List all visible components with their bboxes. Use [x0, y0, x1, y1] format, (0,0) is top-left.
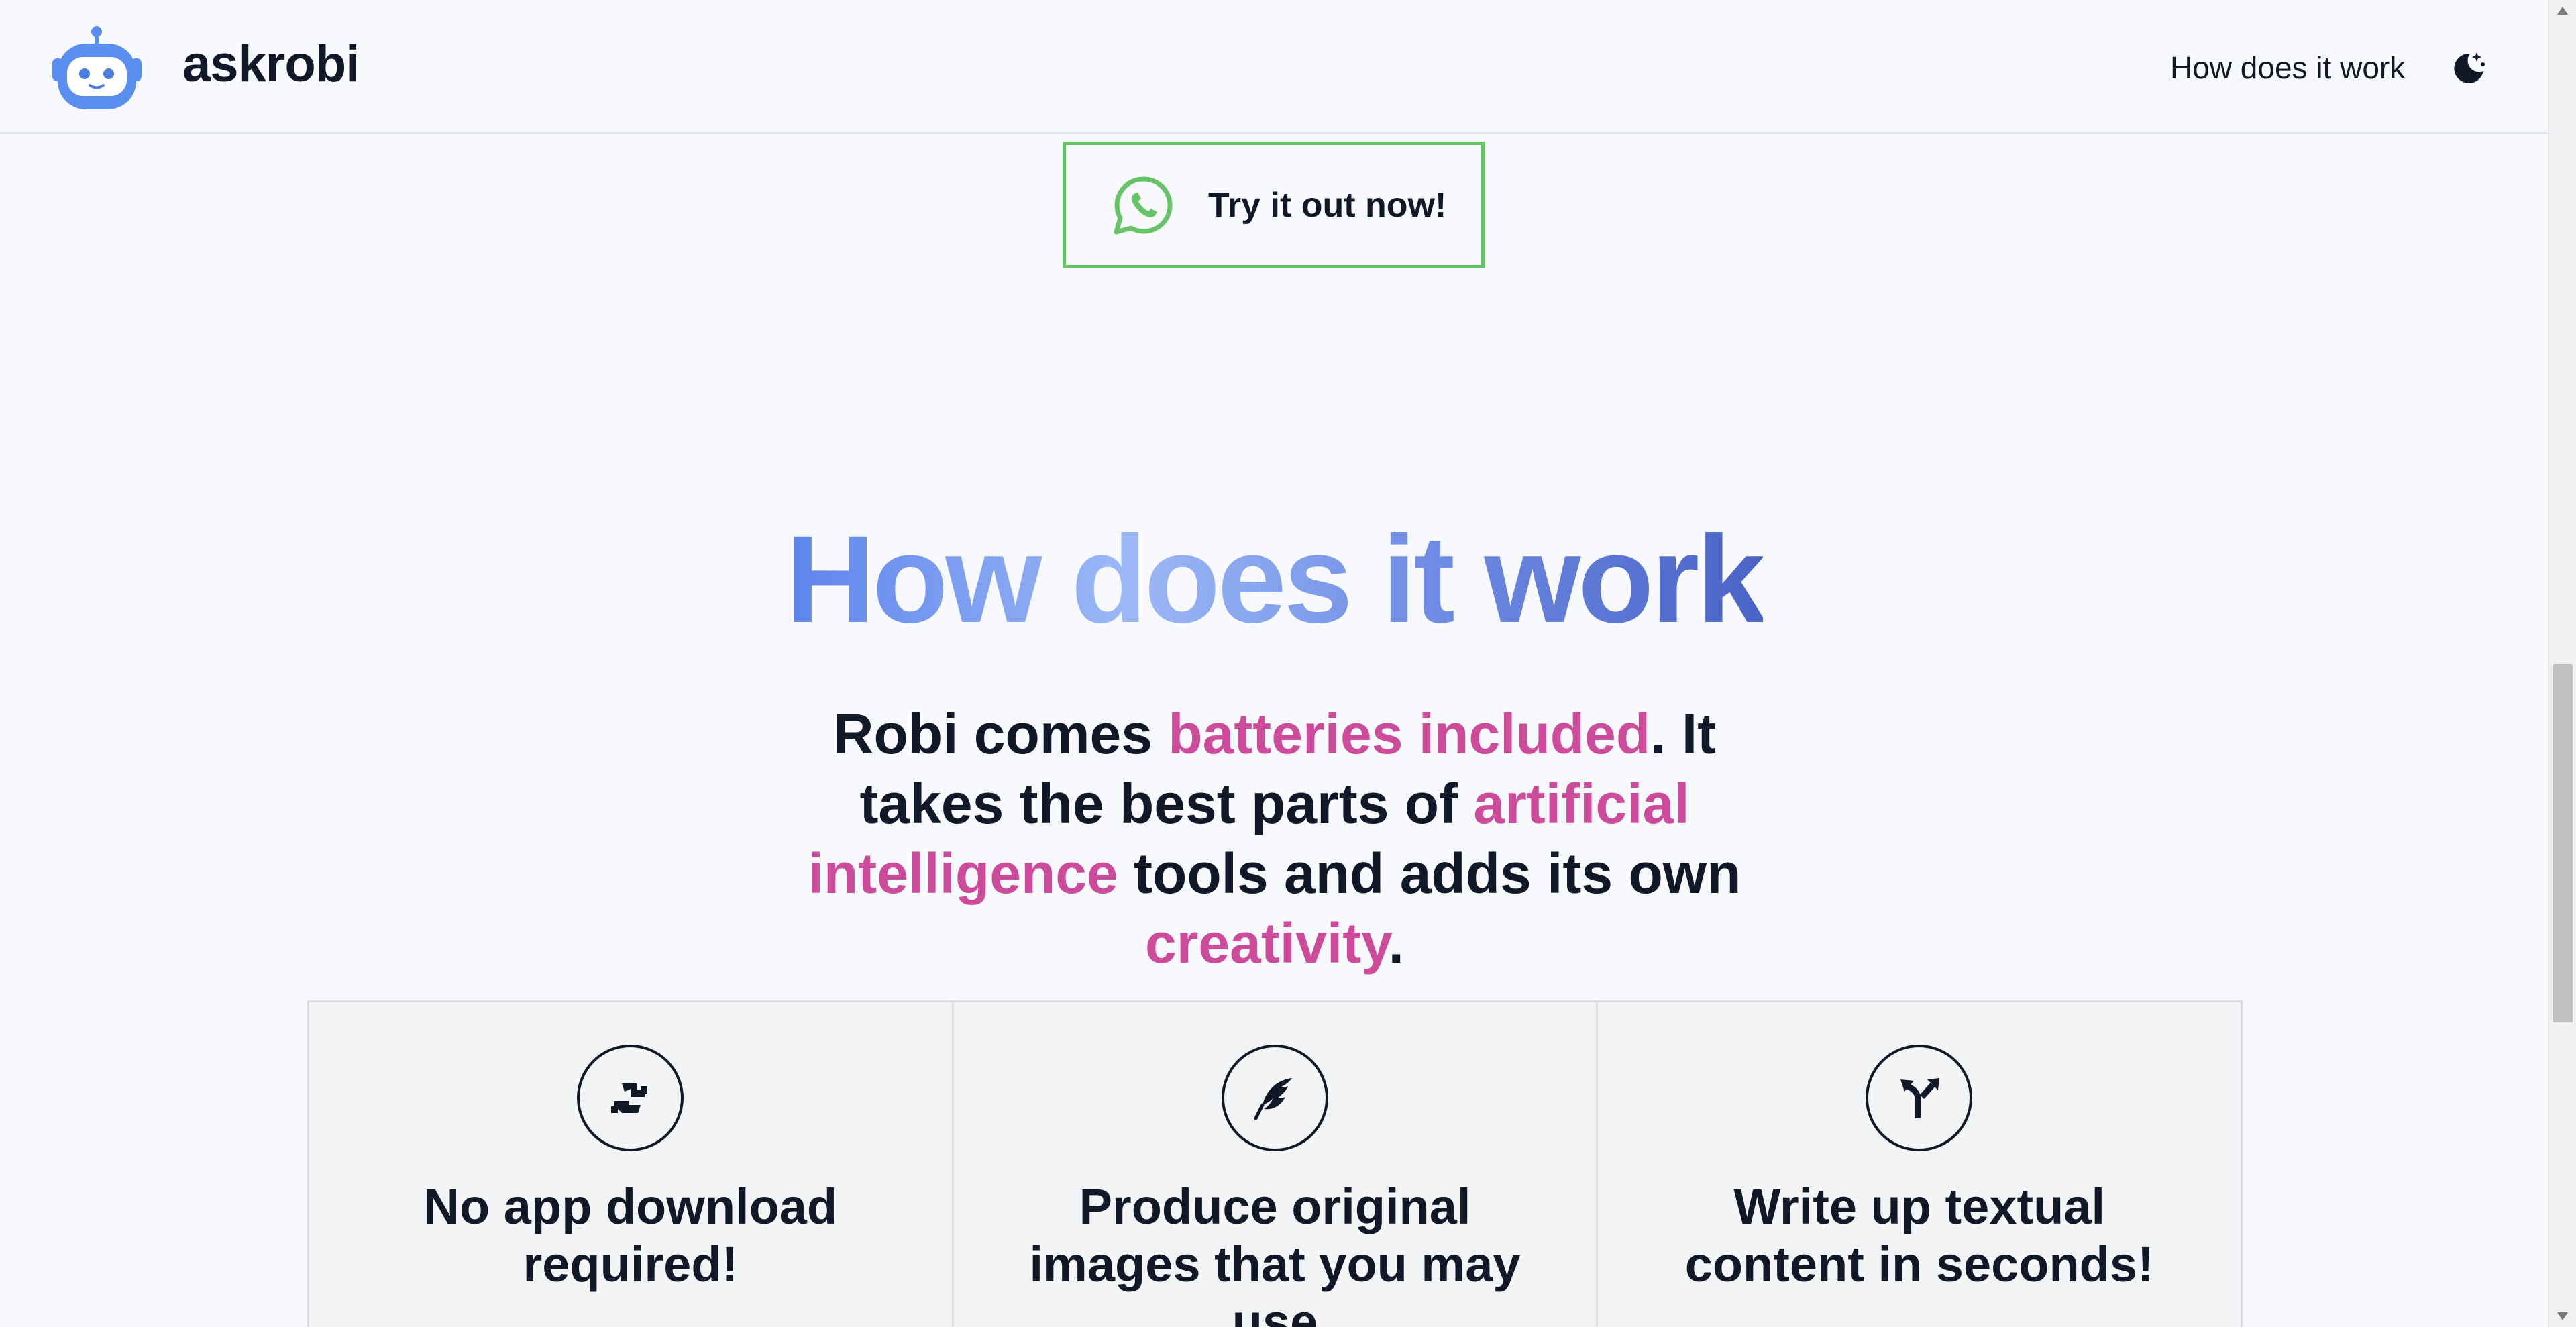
feature-title: Produce original images that you may use — [1029, 1179, 1521, 1327]
whatsapp-icon — [1114, 176, 1173, 234]
scroll-down-arrow-icon[interactable] — [2557, 1312, 2568, 1320]
intro-highlight-3: creativity — [1144, 912, 1389, 975]
feature-title: No app download required! — [423, 1179, 838, 1292]
feature-card: Write up textual content in seconds! — [1596, 1000, 2243, 1327]
nav-link-how-it-works[interactable]: How does it work — [2170, 50, 2405, 86]
intro-text-4: . — [1388, 912, 1404, 975]
handshake-icon — [576, 1045, 684, 1151]
page: askrobi How does it work Try it out now!… — [0, 0, 2576, 1327]
intro-text-3: tools and adds its own — [1118, 842, 1741, 905]
section-title-text: How does it work — [785, 510, 1766, 649]
vertical-scrollbar[interactable] — [2548, 0, 2576, 1327]
section-title: How does it work — [0, 513, 2548, 647]
intro-paragraph: Robi comes batteries included. It takes … — [778, 699, 1771, 978]
brand-name[interactable]: askrobi — [182, 35, 360, 93]
scroll-up-arrow-icon[interactable] — [2557, 7, 2568, 15]
robot-icon[interactable] — [48, 23, 146, 111]
moon-stars-icon[interactable] — [2450, 48, 2487, 86]
intro-text-1: Robi comes — [833, 702, 1169, 765]
feather-icon — [1221, 1045, 1328, 1151]
try-it-out-button[interactable]: Try it out now! — [1063, 142, 1485, 268]
features-grid: No app download required! Produce origin… — [307, 1000, 2243, 1327]
cta-label: Try it out now! — [1208, 185, 1447, 225]
site-header: askrobi How does it work — [0, 0, 2548, 134]
scrollbar-thumb[interactable] — [2553, 664, 2573, 1022]
feature-card: Produce original images that you may use — [951, 1000, 1599, 1327]
split-arrow-icon — [1866, 1045, 1973, 1151]
feature-card: No app download required! — [307, 1000, 954, 1327]
intro-highlight-1: batteries included — [1168, 702, 1651, 765]
feature-title: Write up textual content in seconds! — [1684, 1179, 2154, 1292]
